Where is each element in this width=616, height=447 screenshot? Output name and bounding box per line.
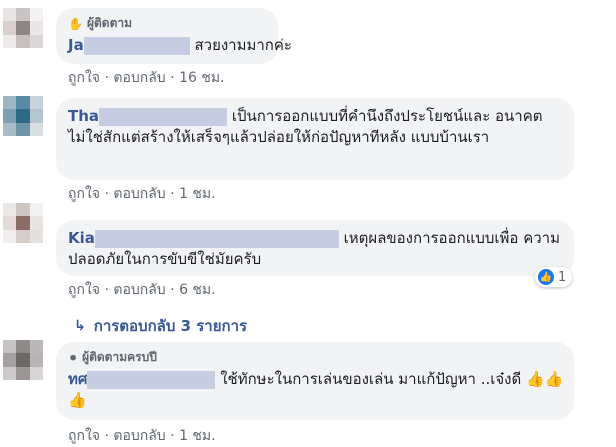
like-icon: 👍 xyxy=(538,269,554,285)
timestamp[interactable]: 16 ชม. xyxy=(179,70,224,86)
badge-icon: ⚫ xyxy=(68,350,79,365)
like-link[interactable]: ถูกใจ xyxy=(68,186,100,202)
badge-label: ผู้ติดตามครบปี xyxy=(82,350,157,364)
separator: · xyxy=(170,428,175,444)
replies-label: การตอบกลับ 3 รายการ xyxy=(93,317,248,335)
timestamp[interactable]: 1 ชม. xyxy=(179,186,216,202)
like-link[interactable]: ถูกใจ xyxy=(68,70,100,86)
reply-link[interactable]: ตอบกลับ xyxy=(113,282,165,298)
comment-actions: ถูกใจ · ตอบกลับ · 16 ชม. xyxy=(68,67,225,89)
avatar[interactable] xyxy=(3,96,43,136)
comment-actions: ถูกใจ · ตอบกลับ · 6 ชม. xyxy=(68,279,216,301)
redacted-name xyxy=(94,229,339,248)
comment-bubble: Tha เป็นการออกแบบที่คำนึงถึงประโยชน์และ … xyxy=(56,98,574,180)
comment-actions: ถูกใจ · ตอบกลับ · 1 ชม. xyxy=(68,183,216,205)
comment-actions: ถูกใจ · ตอบกลับ · 1 ชม. xyxy=(68,425,216,447)
comment-text: ทศ ใช้ทักษะในการเล่นของเล่น มาแก้ปัญหา .… xyxy=(68,369,568,411)
timestamp[interactable]: 1 ชม. xyxy=(179,428,216,444)
commenter-name[interactable]: Ja xyxy=(68,36,84,54)
avatar[interactable] xyxy=(3,203,43,243)
redacted-name xyxy=(87,370,216,389)
separator: · xyxy=(170,186,175,202)
avatar[interactable] xyxy=(3,340,43,380)
commenter-name[interactable]: ทศ xyxy=(68,370,87,388)
view-replies-link[interactable]: ↳ การตอบกลับ 3 รายการ xyxy=(74,314,247,338)
comment-bubble: Kia เหตุผลของการออกแบบเพื่อ ความปลอดภัยใ… xyxy=(56,220,574,276)
hand-icon: ✋ xyxy=(68,16,83,31)
follower-badge: ✋ ผู้ติดตาม xyxy=(68,14,132,33)
separator: · xyxy=(170,282,175,298)
comment-body-line1: เป็นการออกแบบที่คำนึงถึงประโยชน์และ xyxy=(231,107,491,125)
comment-text: Kia เหตุผลของการออกแบบเพื่อ ความปลอดภัยใ… xyxy=(68,228,568,270)
separator: · xyxy=(104,282,109,298)
redacted-name xyxy=(83,36,190,55)
comment-body: สวยงามมากค่ะ xyxy=(194,36,292,54)
reply-arrow-icon: ↳ xyxy=(74,318,86,334)
comment-bubble: ✋ ผู้ติดตาม Ja สวยงามมากค่ะ xyxy=(56,8,292,64)
badge-label: ผู้ติดตาม xyxy=(86,16,133,30)
redacted-name xyxy=(99,107,228,126)
avatar[interactable] xyxy=(3,8,43,48)
commenter-name[interactable]: Kia xyxy=(68,229,95,247)
separator: · xyxy=(104,428,109,444)
reply-link[interactable]: ตอบกลับ xyxy=(113,428,165,444)
reaction-number: 1 xyxy=(558,269,567,285)
like-link[interactable]: ถูกใจ xyxy=(68,428,100,444)
separator: · xyxy=(170,70,175,86)
comment-body-rest: ..เจ๋งดี xyxy=(480,370,522,388)
comment-bubble: ⚫ ผู้ติดตามครบปี ทศ ใช้ทักษะในการเล่นของ… xyxy=(56,342,574,420)
comment-body-line1: ใช้ทักษะในการเล่นของเล่น มาแก้ปัญหา xyxy=(220,370,476,388)
comment-text: Tha เป็นการออกแบบที่คำนึงถึงประโยชน์และ … xyxy=(68,106,568,148)
timestamp[interactable]: 6 ชม. xyxy=(179,282,216,298)
commenter-name[interactable]: Tha xyxy=(68,107,99,125)
reaction-count[interactable]: 👍 1 xyxy=(535,267,573,287)
follower-badge: ⚫ ผู้ติดตามครบปี xyxy=(68,348,157,367)
separator: · xyxy=(104,186,109,202)
reply-link[interactable]: ตอบกลับ xyxy=(113,70,165,86)
separator: · xyxy=(104,70,109,86)
comment-text: Ja สวยงามมากค่ะ xyxy=(68,35,292,56)
comment-body-line1: เหตุผลของการออกแบบเพื่อ xyxy=(343,229,519,247)
like-link[interactable]: ถูกใจ xyxy=(68,282,100,298)
reply-link[interactable]: ตอบกลับ xyxy=(113,186,165,202)
